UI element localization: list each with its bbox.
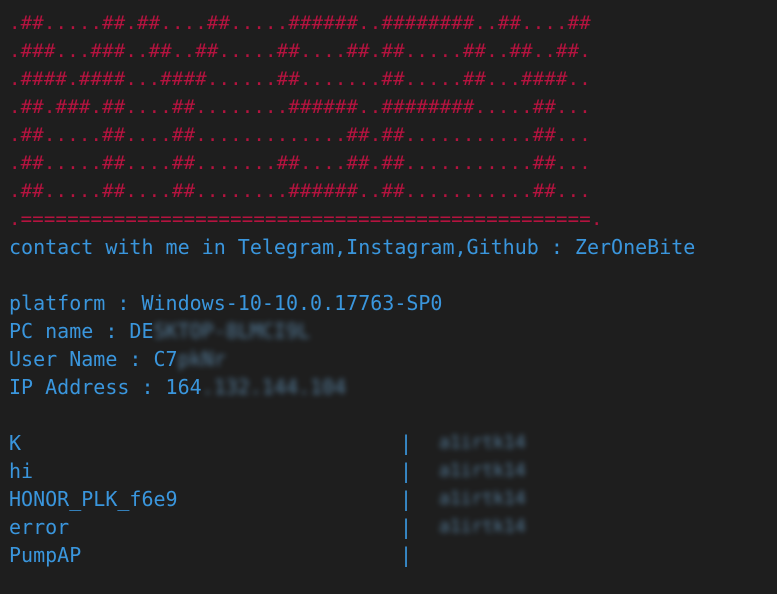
user-name-label: User Name : C7 (9, 347, 178, 371)
platform-line: platform : Windows-10-10.0.17763-SP0 (9, 291, 443, 315)
column-separator: | (400, 543, 413, 567)
banner-line: .####.####...####......##.......##.....#… (9, 68, 591, 90)
wifi-password-redacted: a1irtk14 (439, 460, 526, 481)
wifi-password-redacted: a1irtk14 (439, 432, 526, 453)
column-separator: | (400, 459, 413, 483)
column-separator: | (400, 431, 413, 455)
wifi-row: error | a1irtk14 (9, 513, 769, 541)
wifi-row: HONOR_PLK_f6e9 | a1irtk14 (9, 485, 769, 513)
wifi-ssid: hi (9, 459, 34, 483)
wifi-ssid: HONOR_PLK_f6e9 (9, 487, 178, 511)
banner-line: .##.....##.##....##.....######..########… (9, 12, 591, 34)
banner-line: .###...###..##..##.....##....##.##.....#… (9, 40, 591, 62)
wifi-row: hi | a1irtk14 (9, 457, 769, 485)
ip-address-line: IP Address : 164.132.144.104 (9, 373, 769, 401)
ip-address-redacted: .132.144.104 (201, 375, 347, 399)
banner-line: .##.....##....##........######..##......… (9, 180, 591, 202)
wifi-ssid: error (9, 515, 70, 539)
wifi-row: PumpAP | (9, 541, 769, 569)
banner-line: .##.....##....##.......##....##.##......… (9, 152, 591, 174)
wifi-row: K | a1irtk14 (9, 429, 769, 457)
wifi-password-redacted: a1irtk14 (439, 516, 526, 537)
contact-line: contact with me in Telegram,Instagram,Gi… (9, 235, 696, 259)
terminal-output: .##.....##.##....##.....######..########… (9, 9, 769, 569)
pc-name-redacted: SKTOP-8LMCI9L (153, 319, 311, 343)
banner-line: .##.###.##....##........######..########… (9, 96, 591, 118)
wifi-password-redacted: a1irtk14 (439, 488, 526, 509)
user-name-line: User Name : C7pkNr (9, 345, 769, 373)
banner-divider: .=======================================… (9, 208, 603, 230)
wifi-ssid: K (9, 431, 22, 455)
ip-address-label: IP Address : 164 (9, 375, 202, 399)
column-separator: | (400, 515, 413, 539)
banner-line: .##.....##....##.............##.##......… (9, 124, 591, 146)
wifi-table: K | a1irtk14 hi | a1irtk14 HONOR_PLK_f6e… (9, 429, 769, 569)
pc-name-line: PC name : DESKTOP-8LMCI9L (9, 317, 769, 345)
ascii-banner: .##.....##.##....##.....######..########… (9, 9, 769, 233)
wifi-ssid: PumpAP (9, 543, 82, 567)
pc-name-label: PC name : DE (9, 319, 154, 343)
user-name-redacted: pkNr (177, 347, 226, 371)
column-separator: | (400, 487, 413, 511)
